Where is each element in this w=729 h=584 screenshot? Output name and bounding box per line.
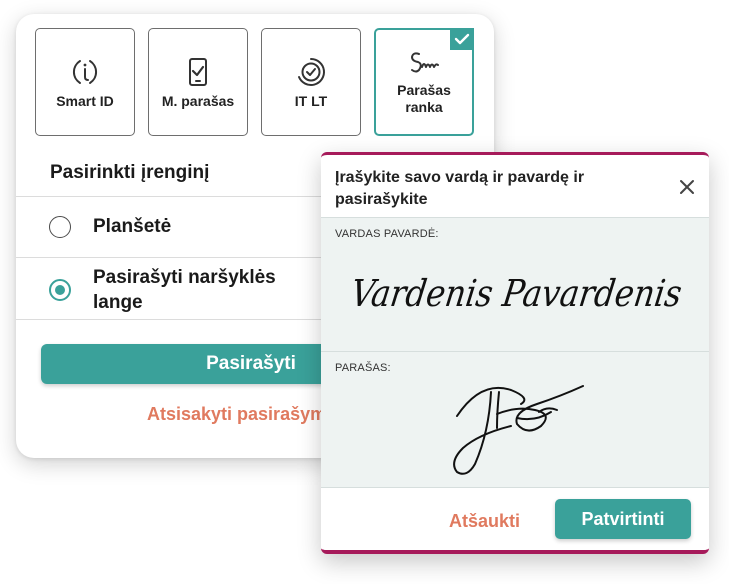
method-it-lt[interactable]: IT LT (261, 28, 361, 136)
method-label: Parašas ranka (397, 82, 451, 115)
method-mobile-signature[interactable]: M. parašas (148, 28, 248, 136)
checkmark-icon (450, 28, 474, 50)
method-label: IT LT (294, 93, 328, 109)
close-icon[interactable] (677, 177, 697, 197)
method-label: Smart ID (56, 93, 114, 109)
cancel-signing-link[interactable]: Atsisakyti pasirašymo (147, 404, 337, 425)
handwritten-signature-icon (407, 46, 441, 80)
radio-tablet[interactable] (49, 216, 71, 238)
radio-browser[interactable] (49, 279, 71, 301)
method-handwritten-signature[interactable]: Parašas ranka (374, 28, 474, 136)
it-lt-icon (294, 55, 328, 89)
modal-cancel-button[interactable]: Atšaukti (449, 511, 520, 532)
name-handwriting: Vardenis Pavardenis (348, 271, 684, 315)
device-section-title: Pasirinkti įrenginį (50, 162, 210, 183)
signature-field[interactable]: PARAŠAS: (321, 351, 709, 488)
name-value: Vardenis Pavardenis (348, 271, 684, 315)
modal-title: Įrašykite savo vardą ir pavardę ir pasir… (335, 169, 585, 208)
name-field[interactable]: VARDAS PAVARDĖ: Vardenis Pavardenis (321, 217, 709, 352)
mobile-signature-icon (181, 55, 215, 89)
option-label: Planšetė (93, 216, 172, 237)
signature-drawing (453, 385, 584, 475)
option-label: Pasirašyti naršyklės lange (93, 267, 276, 313)
signature-modal: Įrašykite savo vardą ir pavardę ir pasir… (321, 152, 709, 554)
confirm-button[interactable]: Patvirtinti (555, 499, 691, 539)
method-smart-id[interactable]: Smart ID (35, 28, 135, 136)
smart-id-icon (68, 55, 102, 89)
method-label: M. parašas (161, 93, 235, 109)
